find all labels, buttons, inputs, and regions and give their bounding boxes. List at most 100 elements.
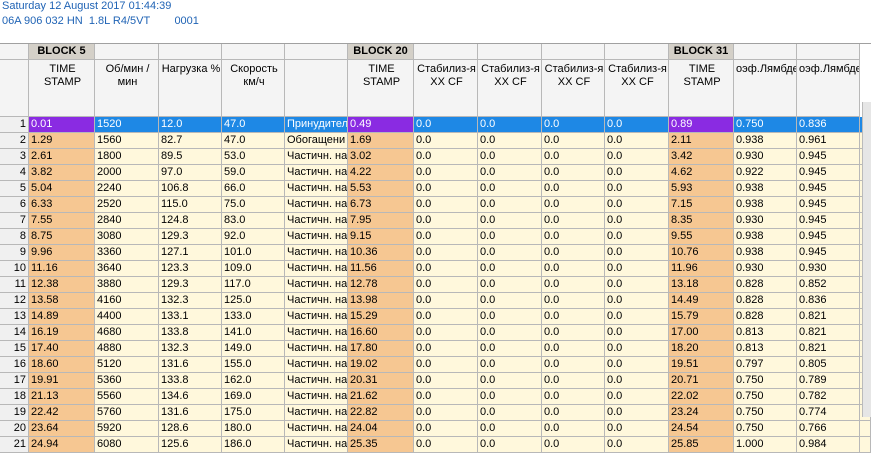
data-cell[interactable]: 3880 xyxy=(95,277,159,293)
data-cell[interactable]: Частичн. на xyxy=(285,229,348,245)
data-cell[interactable]: 75.0 xyxy=(222,197,285,213)
data-cell[interactable]: 0.945 xyxy=(797,229,860,245)
data-cell[interactable]: 0.0 xyxy=(478,277,542,293)
row-number-cell[interactable]: 20 xyxy=(0,421,29,437)
data-cell[interactable]: 0.0 xyxy=(414,325,478,341)
data-cell[interactable]: 59.0 xyxy=(222,165,285,181)
data-cell[interactable]: 0.0 xyxy=(478,341,542,357)
data-cell[interactable]: 0.0 xyxy=(542,229,605,245)
data-cell[interactable]: Частичн. на xyxy=(285,309,348,325)
data-cell[interactable]: 6080 xyxy=(95,437,159,453)
table-row[interactable]: 8 8.75 3080 129.3 92.0 Частичн. на 9.15 0.0 0.0 0… xyxy=(0,229,871,245)
data-cell[interactable]: 0.0 xyxy=(414,181,478,197)
data-cell[interactable]: 0.0 xyxy=(605,421,669,437)
timestamp-cell[interactable]: 17.40 xyxy=(29,341,95,357)
data-cell[interactable]: 3640 xyxy=(95,261,159,277)
data-cell[interactable]: 0.0 xyxy=(414,373,478,389)
row-number-cell[interactable]: 17 xyxy=(0,373,29,389)
data-cell[interactable]: 109.0 xyxy=(222,261,285,277)
data-cell[interactable]: 0.0 xyxy=(605,325,669,341)
data-cell[interactable]: 0.0 xyxy=(605,133,669,149)
timestamp-cell[interactable]: 22.02 xyxy=(669,389,734,405)
data-cell[interactable]: 0.0 xyxy=(605,277,669,293)
data-cell[interactable]: 0.0 xyxy=(542,245,605,261)
data-cell[interactable]: 0.0 xyxy=(542,341,605,357)
data-cell[interactable]: 131.6 xyxy=(159,405,222,421)
column-header[interactable]: Стабилиз-я XX CF xyxy=(605,60,669,117)
timestamp-cell[interactable]: 18.60 xyxy=(29,357,95,373)
vertical-scrollbar[interactable] xyxy=(862,102,871,417)
data-cell[interactable]: 0.0 xyxy=(542,437,605,453)
data-cell[interactable]: 0.0 xyxy=(414,165,478,181)
data-cell[interactable]: 0.852 xyxy=(797,277,860,293)
timestamp-cell[interactable]: 4.22 xyxy=(348,165,414,181)
header-blank[interactable] xyxy=(222,44,285,60)
column-header[interactable]: Стабилиз-я XX CF xyxy=(414,60,478,117)
data-cell[interactable]: 4680 xyxy=(95,325,159,341)
column-header[interactable]: Нагрузка % xyxy=(159,60,222,117)
data-cell[interactable]: 106.8 xyxy=(159,181,222,197)
row-number-cell[interactable]: 7 xyxy=(0,213,29,229)
timestamp-cell[interactable]: 9.55 xyxy=(669,229,734,245)
data-cell[interactable]: 1560 xyxy=(95,133,159,149)
timestamp-cell[interactable]: 4.62 xyxy=(669,165,734,181)
data-cell[interactable]: 0.0 xyxy=(605,213,669,229)
data-cell[interactable]: 0.922 xyxy=(734,165,797,181)
data-cell[interactable]: 127.1 xyxy=(159,245,222,261)
timestamp-cell[interactable]: 10.36 xyxy=(348,245,414,261)
data-cell[interactable]: 0.0 xyxy=(414,293,478,309)
data-cell[interactable]: 180.0 xyxy=(222,421,285,437)
header-blank[interactable] xyxy=(159,44,222,60)
table-row[interactable]: 9 9.96 3360 127.1 101.0 Частичн. на 10.36 0.0 0.… xyxy=(0,245,871,261)
timestamp-cell[interactable]: 23.64 xyxy=(29,421,95,437)
data-cell[interactable]: 0.0 xyxy=(542,181,605,197)
data-cell[interactable]: 0.0 xyxy=(605,117,669,133)
timestamp-cell[interactable]: 25.35 xyxy=(348,437,414,453)
data-cell[interactable]: 0.0 xyxy=(478,373,542,389)
timestamp-cell[interactable]: 21.62 xyxy=(348,389,414,405)
table-row[interactable]: 2 1.29 1560 82.7 47.0 Обогащени 1.69 0.0 0.0 0.0 0… xyxy=(0,133,871,149)
data-cell[interactable]: 0.828 xyxy=(734,277,797,293)
timestamp-cell[interactable]: 3.02 xyxy=(348,149,414,165)
data-cell[interactable]: 133.8 xyxy=(159,325,222,341)
data-cell[interactable]: 0.945 xyxy=(797,197,860,213)
data-cell[interactable]: 0.750 xyxy=(734,373,797,389)
data-cell[interactable]: 0.938 xyxy=(734,229,797,245)
data-cell[interactable]: 0.0 xyxy=(542,405,605,421)
data-cell[interactable]: 134.6 xyxy=(159,389,222,405)
timestamp-cell[interactable]: 11.96 xyxy=(669,261,734,277)
timestamp-cell[interactable]: 13.58 xyxy=(29,293,95,309)
header-blank[interactable] xyxy=(0,44,29,60)
data-cell[interactable]: 0.750 xyxy=(734,389,797,405)
table-row[interactable]: 11 12.38 3880 129.3 117.0 Частичн. на 12.78 0.0… xyxy=(0,277,871,293)
table-row[interactable]: 17 19.91 5360 133.8 162.0 Частичн. на 20.31 0.0… xyxy=(0,373,871,389)
data-cell[interactable]: 0.930 xyxy=(797,261,860,277)
table-row[interactable]: 15 17.40 4880 132.3 149.0 Частичн. на 17.80 0.0… xyxy=(0,341,871,357)
data-cell[interactable]: 0.0 xyxy=(478,213,542,229)
timestamp-cell[interactable]: 19.91 xyxy=(29,373,95,389)
timestamp-cell[interactable]: 9.96 xyxy=(29,245,95,261)
row-number-cell[interactable]: 21 xyxy=(0,437,29,453)
block-header[interactable]: BLOCK 20 xyxy=(348,44,414,60)
data-cell[interactable]: 97.0 xyxy=(159,165,222,181)
row-number-cell[interactable]: 12 xyxy=(0,293,29,309)
data-cell[interactable]: 0.945 xyxy=(797,181,860,197)
data-cell[interactable]: 169.0 xyxy=(222,389,285,405)
data-cell[interactable]: Частичн. на xyxy=(285,213,348,229)
data-cell[interactable]: 0.0 xyxy=(605,357,669,373)
data-cell[interactable]: 2240 xyxy=(95,181,159,197)
data-cell[interactable]: 0.0 xyxy=(478,421,542,437)
row-number-cell[interactable]: 2 xyxy=(0,133,29,149)
data-cell[interactable]: 0.0 xyxy=(414,389,478,405)
data-cell[interactable]: 2840 xyxy=(95,213,159,229)
data-cell[interactable]: 0.930 xyxy=(734,261,797,277)
data-cell[interactable]: 0.0 xyxy=(542,373,605,389)
header-blank[interactable] xyxy=(797,44,860,60)
data-cell[interactable]: 0.0 xyxy=(542,165,605,181)
data-cell[interactable]: 0.0 xyxy=(542,213,605,229)
data-cell[interactable]: 0.0 xyxy=(542,421,605,437)
data-cell[interactable]: 0.0 xyxy=(542,197,605,213)
data-cell[interactable]: Обогащени xyxy=(285,133,348,149)
data-cell[interactable]: 0.0 xyxy=(414,133,478,149)
timestamp-cell[interactable]: 1.29 xyxy=(29,133,95,149)
